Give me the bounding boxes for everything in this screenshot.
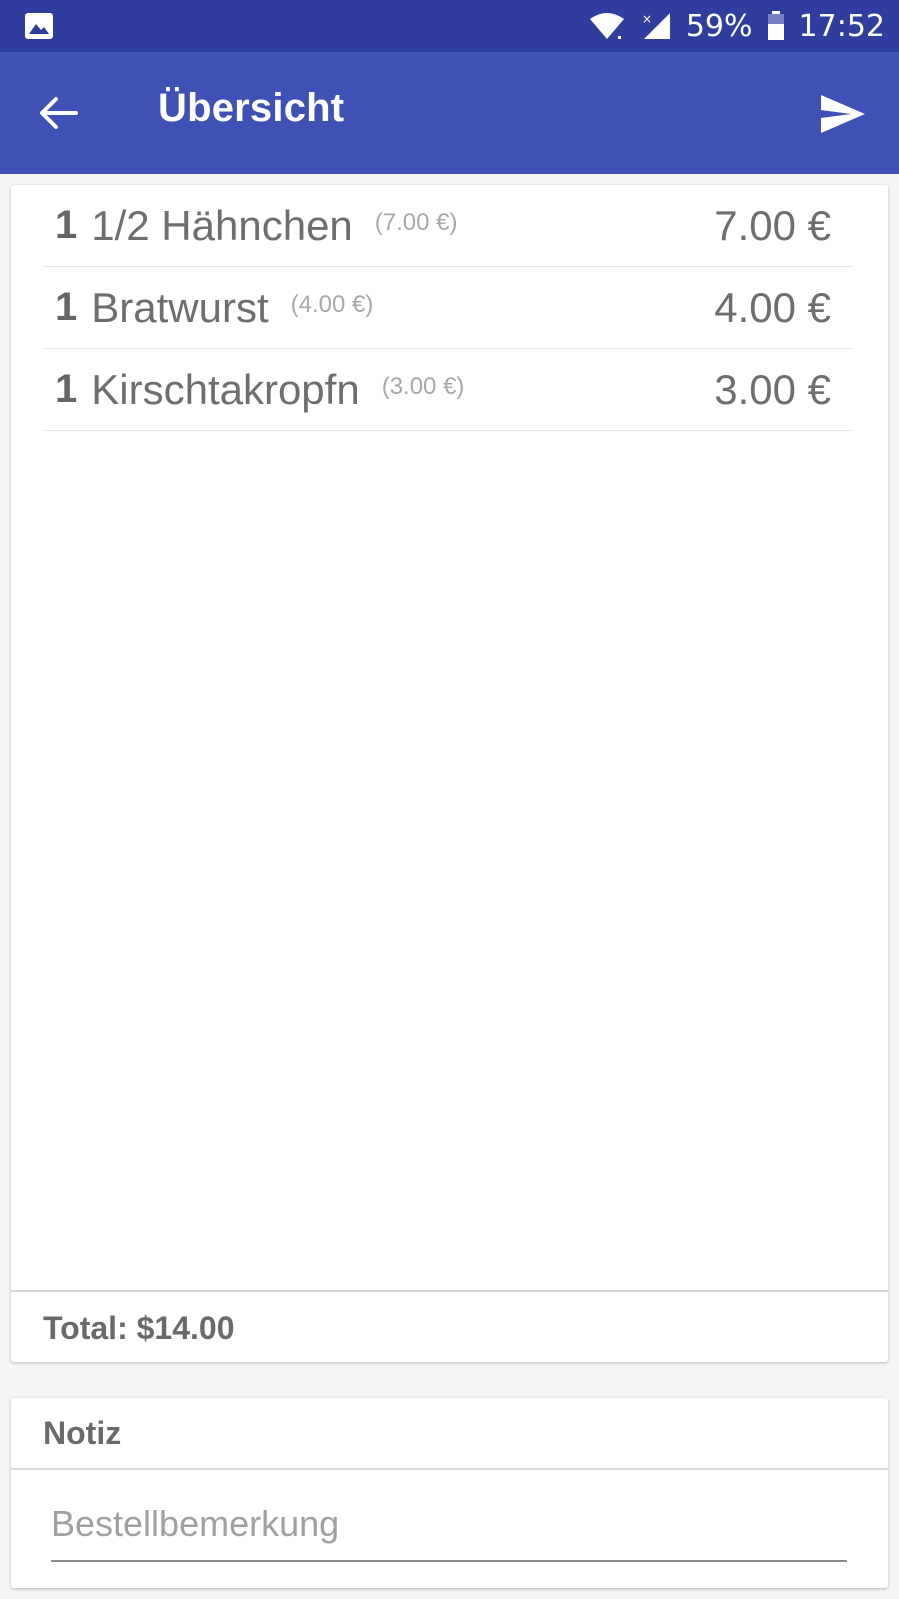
order-note-input[interactable] <box>51 1494 847 1562</box>
item-name: Kirschtakropfn <box>91 365 360 413</box>
item-unit-price: (4.00 €) <box>290 290 374 318</box>
item-quantity: 1 <box>55 367 78 411</box>
item-price: 7.00 € <box>714 201 831 249</box>
wifi-icon <box>588 11 626 41</box>
notes-card: Notiz <box>11 1398 888 1588</box>
total-bar: Total: $14.00 <box>11 1290 888 1364</box>
notes-title: Notiz <box>43 1414 122 1451</box>
item-quantity: 1 <box>55 285 78 329</box>
item-quantity: 1 <box>55 203 78 247</box>
item-price: 4.00 € <box>714 283 831 331</box>
item-name: 1/2 Hähnchen <box>91 201 353 249</box>
item-price: 3.00 € <box>714 365 831 413</box>
cell-signal-icon: × <box>640 11 672 41</box>
list-item[interactable]: 1 1/2 Hähnchen (7.00 €) 7.00 € <box>43 185 853 267</box>
clock: 17:52 <box>798 8 885 44</box>
send-button[interactable] <box>815 86 871 142</box>
svg-text:×: × <box>642 12 652 26</box>
order-list: 1 1/2 Hähnchen (7.00 €) 7.00 € 1 Bratwur… <box>43 185 853 431</box>
notes-header: Notiz <box>11 1398 888 1470</box>
image-icon <box>24 12 54 40</box>
order-total: Total: $14.00 <box>43 1309 235 1346</box>
item-unit-price: (7.00 €) <box>374 208 458 236</box>
battery-percent: 59% <box>685 8 753 44</box>
app-bar: Übersicht <box>0 52 899 174</box>
back-button[interactable] <box>30 88 86 138</box>
page-title: Übersicht <box>158 86 345 130</box>
order-card: 1 1/2 Hähnchen (7.00 €) 7.00 € 1 Bratwur… <box>11 185 888 1362</box>
battery-icon <box>767 11 785 41</box>
list-item[interactable]: 1 Bratwurst (4.00 €) 4.00 € <box>43 267 853 349</box>
item-unit-price: (3.00 €) <box>381 372 465 400</box>
send-icon <box>821 95 865 133</box>
arrow-back-icon <box>40 97 78 129</box>
item-name: Bratwurst <box>91 283 269 331</box>
status-bar: × 59% 17:52 <box>0 0 899 52</box>
list-item[interactable]: 1 Kirschtakropfn (3.00 €) 3.00 € <box>43 349 853 431</box>
status-icons: × 59% 17:52 <box>588 0 885 52</box>
